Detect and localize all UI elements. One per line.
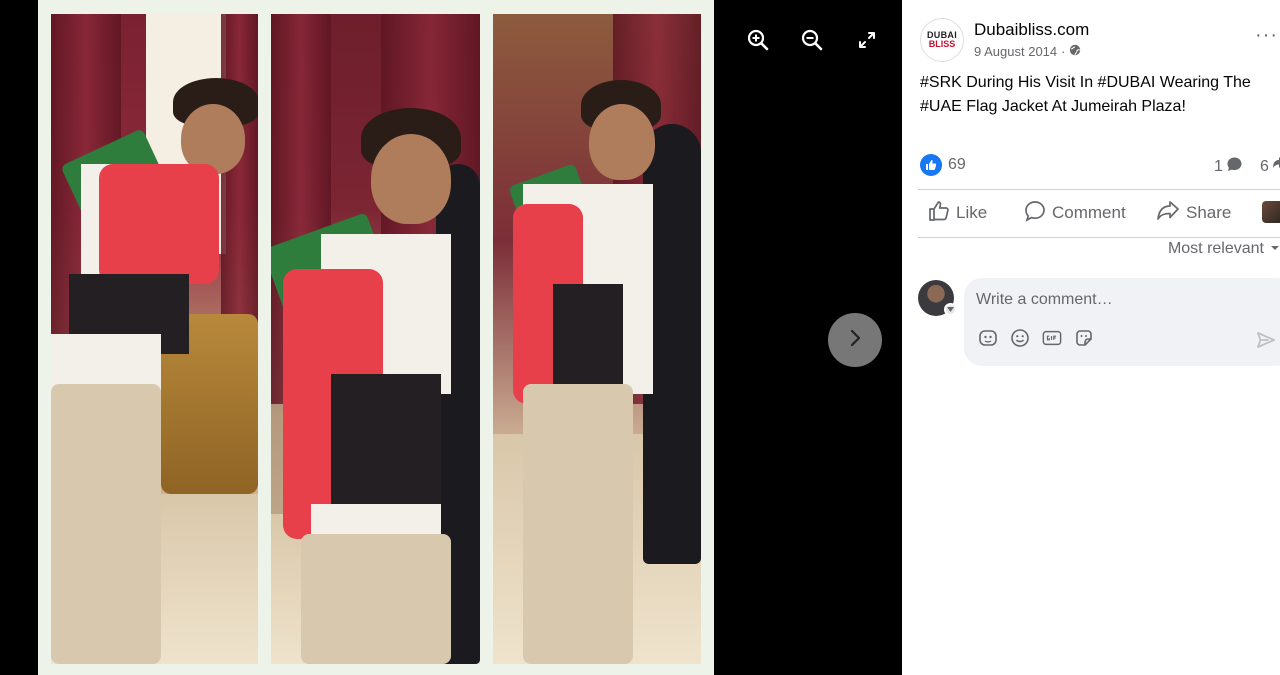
post-meta: 9 August 2014 · [974,44,1081,59]
like-button[interactable]: Like [928,195,987,231]
page-name-link[interactable]: Dubaibliss.com [974,20,1089,40]
photo-panel-1 [51,14,258,664]
comment-icon [1024,200,1046,227]
logo-text-bottom: BLISS [928,39,956,49]
page-avatar[interactable]: DUBAI BLISS [920,18,964,62]
comment-count-value: 1 [1214,158,1223,175]
photo-panel-2 [271,14,480,664]
like-button-label: Like [956,203,988,222]
hashtag-link[interactable]: #UAE [920,98,962,115]
photo-viewer [0,0,902,675]
photo-panel-3 [493,14,701,664]
avatar-switch-icon[interactable] [944,303,957,316]
zoom-in-icon[interactable] [744,26,772,54]
comment-tools [978,328,1094,348]
share-button-label: Share [1186,203,1232,222]
sort-label: Most relevant [1167,240,1264,257]
post-date[interactable]: 9 August 2014 [974,44,1057,59]
meta-separator: · [1061,44,1066,59]
post-header: DUBAI BLISS Dubaibliss.com 9 August 2014… [902,0,1280,70]
comment-composer [964,278,1280,366]
post-as-avatar[interactable] [1262,201,1280,223]
post-caption: #SRK During His Visit In #DUBAI Wearing … [920,71,1270,119]
reaction-count[interactable]: 69 [948,156,966,174]
comment-input[interactable] [976,288,1266,312]
comment-sort-dropdown[interactable]: Most relevant [1168,240,1280,258]
share-button[interactable]: Share [1156,195,1231,231]
comment-button[interactable]: Comment [1024,195,1126,231]
comment-count[interactable]: 1 [1214,156,1243,178]
comment-bubble-icon [1226,156,1243,178]
caption-text: Wearing The [1155,74,1251,91]
caption-text: During His Visit In [961,74,1098,91]
caret-down-icon [1270,240,1280,258]
share-count-value: 6 [1260,157,1269,175]
more-options-button[interactable]: ··· [1255,24,1278,47]
share-arrow-icon [1272,156,1280,177]
avatar-sticker-icon[interactable] [978,328,998,348]
next-photo-button[interactable] [828,313,882,367]
share-icon [1156,200,1180,227]
gif-icon[interactable] [1042,328,1062,348]
emoji-icon[interactable] [1010,328,1030,348]
comment-button-label: Comment [1052,203,1126,222]
zoom-out-icon[interactable] [798,26,826,54]
share-count[interactable]: 6 [1260,156,1280,177]
post-actions: Like Comment Share [918,195,1280,231]
fullscreen-icon[interactable] [853,26,881,54]
globe-icon [1069,44,1081,59]
send-icon[interactable] [1256,330,1276,350]
sticker-icon[interactable] [1074,328,1094,348]
divider [918,237,1280,238]
chevron-right-icon [845,328,865,353]
hashtag-link[interactable]: #DUBAI [1098,74,1156,91]
caption-text: Flag Jacket At Jumeirah Plaza! [961,98,1186,115]
reactions-row: 69 1 6 [920,152,1280,180]
post-photo[interactable] [38,0,714,675]
hashtag-link[interactable]: #SRK [920,74,962,91]
post-side-panel: DUBAI BLISS Dubaibliss.com 9 August 2014… [902,0,1280,675]
thumbs-up-icon [928,200,950,227]
like-reaction-icon[interactable] [920,154,942,176]
divider [918,189,1280,190]
